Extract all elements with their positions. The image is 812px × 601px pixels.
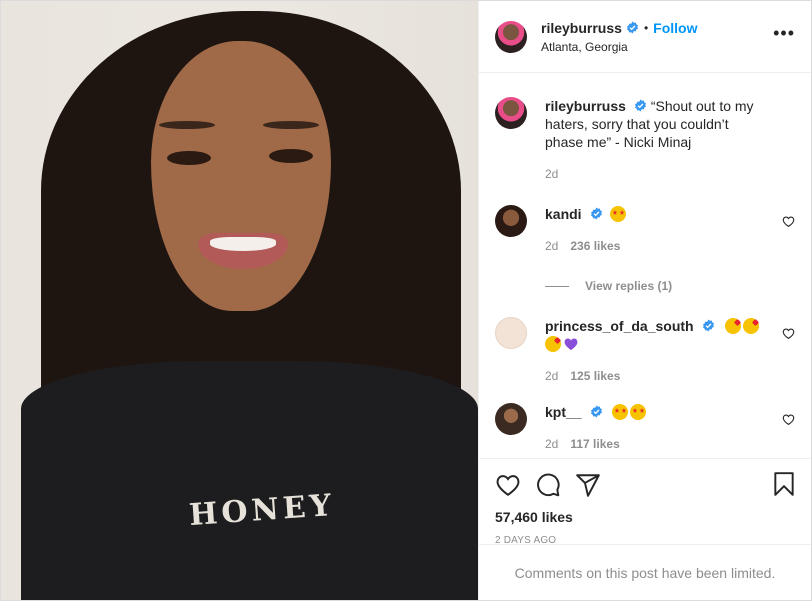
photo-brow-left (159, 121, 215, 129)
replies-line (545, 285, 569, 287)
verified-badge-icon (590, 405, 602, 418)
caption-username[interactable]: rileyburruss (545, 98, 626, 114)
post-actions: 57,460 likes 2 DAYS AGO Comments on this… (479, 458, 811, 600)
comment-avatar[interactable] (495, 317, 527, 349)
comments-limited-notice: Comments on this post have been limited. (479, 544, 811, 600)
author-info: rileyburruss • Follow Atlanta, Georgia (541, 20, 697, 54)
post-photo[interactable]: HONEY (1, 1, 478, 600)
caption-age[interactable]: 2d (545, 167, 558, 181)
comment-username[interactable]: princess_of_da_south (545, 318, 694, 334)
comment-icon[interactable] (535, 472, 561, 498)
star-struck-icon (630, 404, 647, 420)
photo-face (151, 41, 331, 311)
kissing-heart-icon (742, 318, 759, 334)
verified-badge-icon (590, 207, 602, 220)
comment-body: kpt__ 2d 117 likes (545, 403, 769, 453)
action-icons (495, 471, 795, 499)
view-replies-label: View replies (1) (585, 279, 673, 293)
comment-item: princess_of_da_south 2d 125 likes (495, 317, 795, 385)
comment-like-heart-icon[interactable] (782, 215, 795, 228)
kissing-heart-icon (724, 318, 741, 334)
comment-like-heart-icon[interactable] (782, 327, 795, 340)
post-panel: rileyburruss • Follow Atlanta, Georgia •… (478, 1, 811, 600)
bookmark-icon[interactable] (771, 471, 797, 497)
post-header: rileyburruss • Follow Atlanta, Georgia •… (479, 1, 811, 73)
author-username[interactable]: rileyburruss (541, 20, 622, 36)
comment-age[interactable]: 2d (545, 437, 558, 451)
comment-like-heart-icon[interactable] (782, 413, 795, 426)
caption: rileyburruss “Shout out to my haters, so… (495, 97, 795, 183)
more-icon[interactable]: ••• (773, 23, 795, 44)
comment-item: kpt__ 2d 117 likes (495, 403, 795, 453)
comment-avatar[interactable] (495, 205, 527, 237)
heart-icon[interactable] (495, 472, 521, 498)
comment-item: kandi 2d 236 likes (495, 205, 795, 255)
photo-shirt (21, 361, 478, 600)
comment-meta: 2d 125 likes (545, 367, 769, 385)
follow-button[interactable]: Follow (653, 20, 697, 36)
post-modal: HONEY rileyburruss • Follow Atlanta, Geo… (0, 0, 812, 601)
comment-body: kandi 2d 236 likes (545, 205, 769, 255)
comment-username[interactable]: kandi (545, 206, 582, 222)
caption-meta: 2d (545, 165, 769, 183)
photo-eye-left (167, 151, 211, 165)
comment-likes[interactable]: 125 likes (570, 369, 620, 383)
comment-age[interactable]: 2d (545, 239, 558, 253)
header-separator: • (643, 20, 649, 35)
comment-avatar[interactable] (495, 403, 527, 435)
photo-teeth (210, 237, 276, 251)
view-replies-button[interactable]: View replies (1) (545, 279, 795, 293)
comment-likes[interactable]: 117 likes (570, 437, 619, 451)
star-struck-icon (612, 404, 629, 420)
verified-badge-icon (627, 21, 638, 34)
author-row: rileyburruss • Follow (541, 20, 697, 36)
kissing-heart-icon (545, 336, 561, 352)
comment-meta: 2d 117 likes (545, 435, 769, 453)
post-location[interactable]: Atlanta, Georgia (541, 40, 697, 54)
caption-body: rileyburruss “Shout out to my haters, so… (545, 97, 769, 183)
verified-badge-icon (635, 99, 646, 112)
comment-body: princess_of_da_south 2d 125 likes (545, 317, 769, 385)
caption-avatar[interactable] (495, 97, 527, 129)
share-icon[interactable] (575, 472, 601, 498)
like-count[interactable]: 57,460 likes (495, 509, 795, 525)
comment-meta: 2d 236 likes (545, 237, 769, 255)
comments-list[interactable]: rileyburruss “Shout out to my haters, so… (479, 73, 811, 458)
purple-heart-icon (564, 338, 578, 350)
photo-eye-right (269, 149, 313, 163)
author-avatar[interactable] (495, 20, 527, 53)
photo-brow-right (263, 121, 319, 129)
verified-badge-icon (702, 319, 714, 332)
comment-username[interactable]: kpt__ (545, 404, 582, 420)
comment-age[interactable]: 2d (545, 369, 558, 383)
star-struck-icon (610, 206, 627, 222)
comment-likes[interactable]: 236 likes (570, 239, 620, 253)
